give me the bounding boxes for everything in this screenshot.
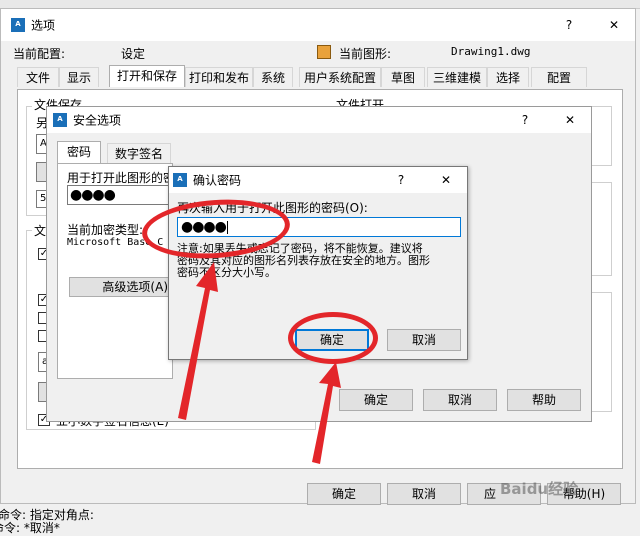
arrow-to-ok — [312, 362, 341, 464]
annotation-arrows — [178, 262, 341, 464]
arrow-to-password — [178, 262, 218, 420]
